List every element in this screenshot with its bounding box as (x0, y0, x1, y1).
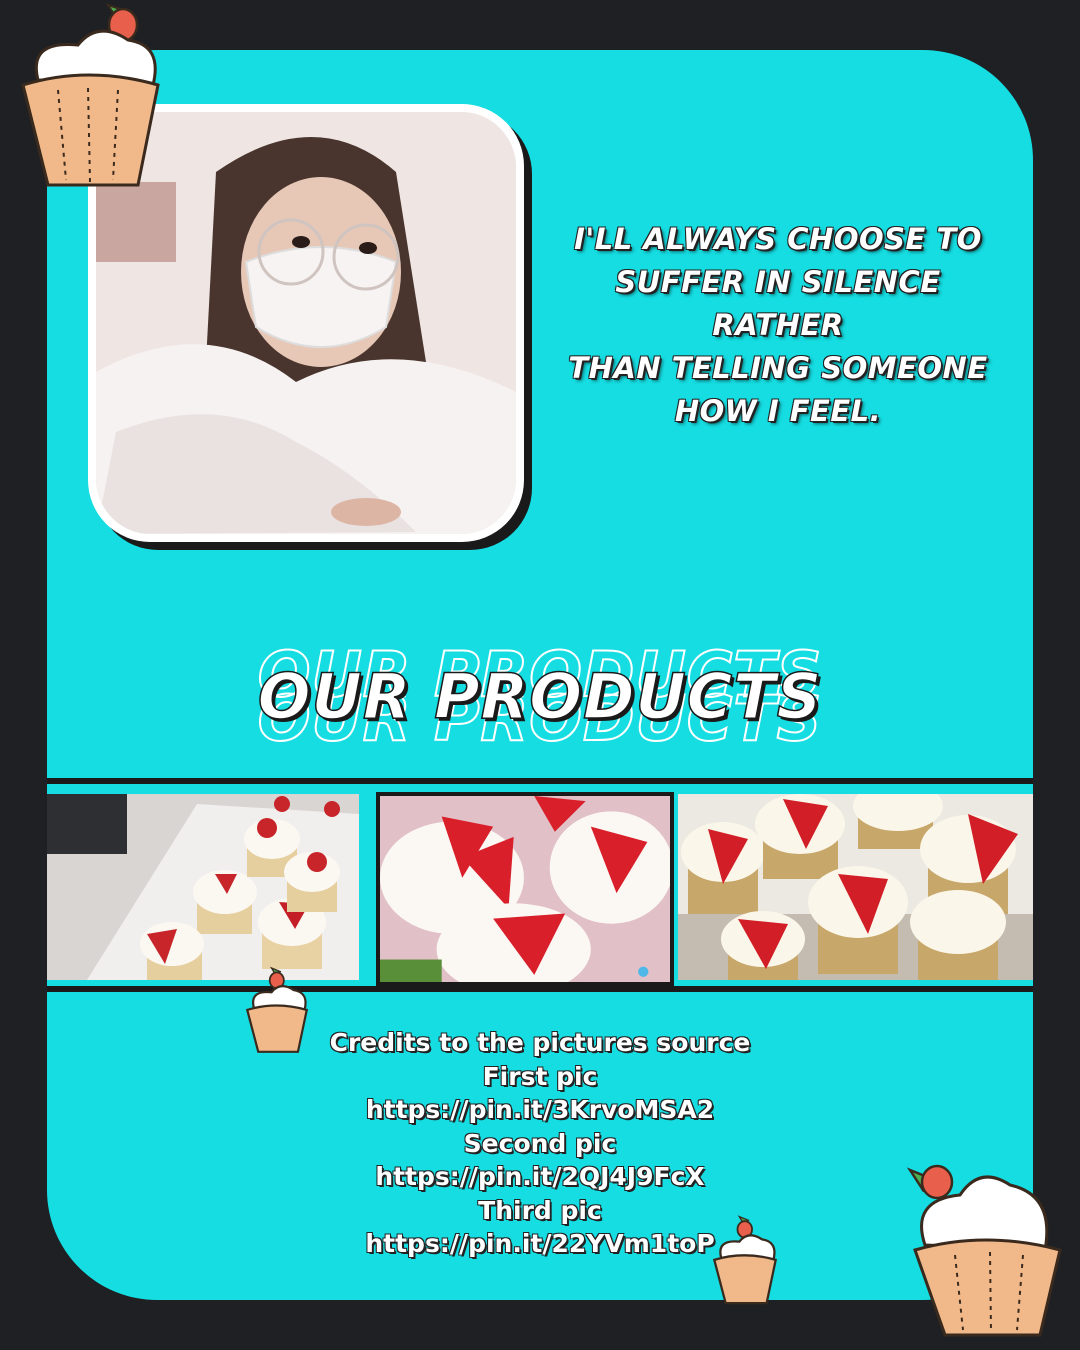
quote-text: I'LL ALWAYS CHOOSE TO SUFFER IN SILENCE … (548, 218, 1008, 433)
cupcake-icon (244, 966, 310, 1054)
cupcake-photo-illustration (380, 796, 670, 982)
products-heading: OUR PRODUCTS OUR PRODUCTS OUR PRODUCTS (0, 639, 1080, 770)
page: I'LL ALWAYS CHOOSE TO SUFFER IN SILENCE … (0, 0, 1080, 1350)
quote-line-1: I'LL ALWAYS CHOOSE TO (574, 222, 982, 256)
credit-label-2: Second pic (463, 1128, 617, 1158)
credit-link-2[interactable]: https://pin.it/2QJ4J9FcX (280, 1160, 800, 1194)
cupcake-photo-illustration (47, 794, 359, 980)
strip-top-border (47, 778, 1033, 784)
product-photo-3 (678, 794, 1033, 980)
cupcake-icon (712, 1215, 778, 1306)
heading-title: OUR PRODUCTS (257, 660, 823, 733)
cupcake-icon (18, 0, 163, 195)
cupcake-photo-illustration (678, 794, 1033, 980)
credits-title: Credits to the pictures source (329, 1028, 751, 1057)
product-photo-2 (376, 792, 674, 986)
cupcake-icon (905, 1150, 1065, 1340)
product-photo-1 (47, 794, 359, 980)
strip-bottom-border (47, 986, 1033, 992)
quote-line-4: HOW I FEEL. (674, 394, 882, 428)
strawberry-icon (906, 1164, 954, 1200)
credit-label-1: First pic (482, 1061, 598, 1091)
credit-link-1[interactable]: https://pin.it/3KrvoMSA2 (280, 1093, 800, 1127)
quote-line-3: THAN TELLING SOMEONE (568, 351, 988, 385)
quote-line-2: SUFFER IN SILENCE RATHER (615, 265, 941, 342)
